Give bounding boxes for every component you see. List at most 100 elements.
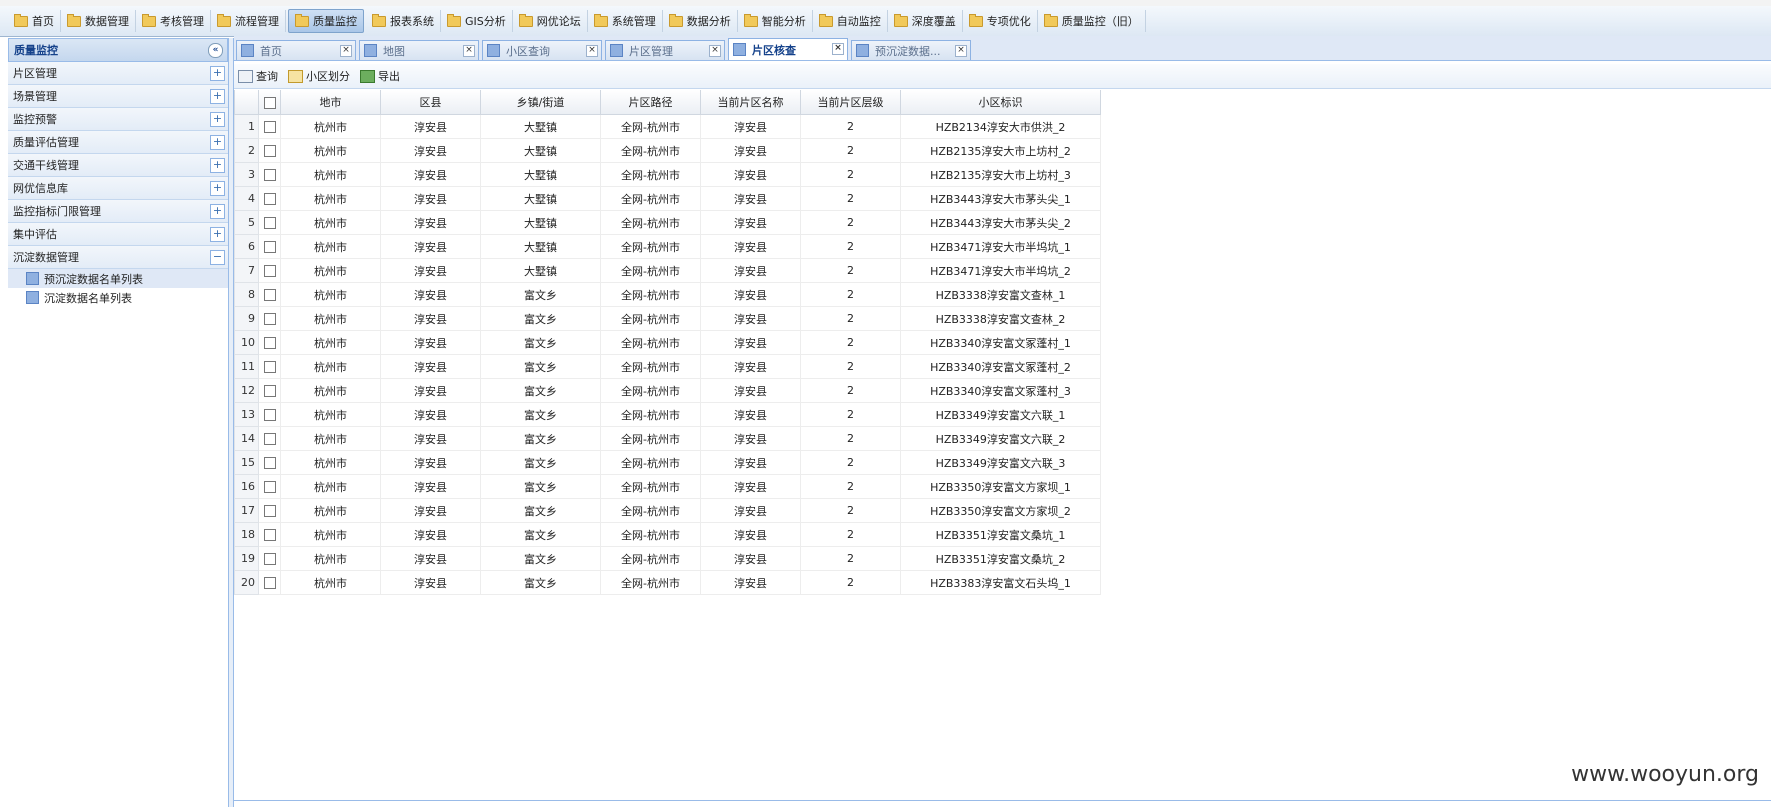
table-row[interactable]: 19 杭州市 淳安县 富文乡 全网-杭州市 淳安县 2 HZB3351淳安富文桑坑_2 [234, 546, 1101, 571]
nav-item[interactable]: 质量监控 [288, 9, 364, 33]
table-row[interactable]: 8 杭州市 淳安县 富文乡 全网-杭州市 淳安县 2 HZB3338淳安富文查林_1 [234, 282, 1101, 307]
nav-item[interactable]: 报表系统 [366, 10, 441, 32]
row-checkbox[interactable] [263, 217, 276, 229]
sidebar-section[interactable]: 网优信息库 + [8, 177, 228, 200]
row-checkbox[interactable] [263, 337, 276, 349]
table-row[interactable]: 9 杭州市 淳安县 富文乡 全网-杭州市 淳安县 2 HZB3338淳安富文查林_2 [234, 306, 1101, 331]
sidebar-section[interactable]: 交通干线管理 + [8, 154, 228, 177]
row-checkbox[interactable] [263, 289, 276, 301]
row-checkbox-cell[interactable] [258, 498, 281, 523]
table-row[interactable]: 17 杭州市 淳安县 富文乡 全网-杭州市 淳安县 2 HZB3350淳安富文方家坝_2 [234, 498, 1101, 523]
table-row[interactable]: 2 杭州市 淳安县 大墅镇 全网-杭州市 淳安县 2 HZB2135淳安大市上坊村_2 [234, 138, 1101, 163]
row-checkbox[interactable] [263, 313, 276, 325]
sidebar-sub-item[interactable]: 沉淀数据名单列表 [8, 288, 228, 307]
row-checkbox-cell[interactable] [258, 186, 281, 211]
row-checkbox[interactable] [263, 577, 276, 589]
collapse-sidebar-icon[interactable]: « [208, 42, 223, 58]
tab[interactable]: 片区核查 × [728, 38, 848, 60]
sidebar-section[interactable]: 场景管理 + [8, 85, 228, 108]
close-icon[interactable]: × [709, 45, 721, 57]
sidebar-section[interactable]: 监控预警 + [8, 108, 228, 131]
row-checkbox-cell[interactable] [258, 522, 281, 547]
expand-icon[interactable]: + [210, 180, 225, 196]
table-row[interactable]: 6 杭州市 淳安县 大墅镇 全网-杭州市 淳安县 2 HZB3471淳安大市半坞坑_1 [234, 234, 1101, 259]
select-all-checkbox[interactable] [263, 96, 276, 109]
nav-item[interactable]: 数据分析 [663, 10, 738, 32]
nav-item[interactable]: 考核管理 [136, 10, 211, 32]
nav-item[interactable]: 网优论坛 [513, 10, 588, 32]
row-checkbox-cell[interactable] [258, 546, 281, 571]
export-button[interactable]: 导出 [360, 68, 400, 84]
table-row[interactable]: 18 杭州市 淳安县 富文乡 全网-杭州市 淳安县 2 HZB3351淳安富文桑坑_1 [234, 522, 1101, 547]
row-checkbox[interactable] [263, 265, 276, 277]
row-checkbox-cell[interactable] [258, 258, 281, 283]
expand-icon[interactable]: + [210, 111, 225, 127]
table-row[interactable]: 14 杭州市 淳安县 富文乡 全网-杭州市 淳安县 2 HZB3349淳安富文六联_2 [234, 426, 1101, 451]
row-checkbox[interactable] [263, 529, 276, 541]
row-checkbox[interactable] [263, 361, 276, 373]
row-checkbox[interactable] [263, 505, 276, 517]
close-icon[interactable]: × [586, 45, 598, 57]
sidebar-section[interactable]: 集中评估 + [8, 223, 228, 246]
column-header[interactable]: 片区路径 [600, 90, 701, 115]
row-checkbox[interactable] [263, 121, 276, 133]
column-header[interactable]: 乡镇/街道 [480, 90, 601, 115]
expand-icon[interactable]: + [210, 134, 225, 150]
table-row[interactable]: 16 杭州市 淳安县 富文乡 全网-杭州市 淳安县 2 HZB3350淳安富文方家坝_1 [234, 474, 1101, 499]
column-header[interactable]: 小区标识 [900, 90, 1101, 115]
close-icon[interactable]: × [463, 45, 475, 57]
nav-item[interactable]: 数据管理 [61, 10, 136, 32]
table-row[interactable]: 1 杭州市 淳安县 大墅镇 全网-杭州市 淳安县 2 HZB2134淳安大市供洪_2 [234, 114, 1101, 139]
nav-item[interactable]: GIS分析 [441, 10, 513, 32]
row-checkbox[interactable] [263, 145, 276, 157]
sidebar-section[interactable]: 质量评估管理 + [8, 131, 228, 154]
nav-item[interactable]: 深度覆盖 [888, 10, 963, 32]
tab[interactable]: 小区查询 × [482, 40, 602, 60]
row-checkbox-cell[interactable] [258, 330, 281, 355]
select-all-cell[interactable] [258, 90, 281, 115]
sidebar-section[interactable]: 片区管理 + [8, 62, 228, 85]
nav-item[interactable]: 首页 [8, 10, 61, 32]
nav-item[interactable]: 质量监控（旧） [1038, 10, 1146, 32]
row-checkbox[interactable] [263, 385, 276, 397]
tab[interactable]: 地图 × [359, 40, 479, 60]
expand-icon[interactable]: + [210, 203, 225, 219]
row-checkbox-cell[interactable] [258, 234, 281, 259]
row-checkbox[interactable] [263, 553, 276, 565]
expand-icon[interactable]: + [210, 88, 225, 104]
row-checkbox-cell[interactable] [258, 210, 281, 235]
close-icon[interactable]: × [832, 43, 844, 55]
nav-item[interactable]: 智能分析 [738, 10, 813, 32]
row-checkbox[interactable] [263, 433, 276, 445]
query-button[interactable]: 查询 [238, 68, 278, 84]
tab[interactable]: 预沉淀数据... × [851, 40, 971, 60]
table-row[interactable]: 15 杭州市 淳安县 富文乡 全网-杭州市 淳安县 2 HZB3349淳安富文六联_3 [234, 450, 1101, 475]
nav-item[interactable]: 专项优化 [963, 10, 1038, 32]
sidebar-sub-item[interactable]: 预沉淀数据名单列表 [8, 269, 228, 288]
nav-item[interactable]: 系统管理 [588, 10, 663, 32]
tab[interactable]: 首页 × [236, 40, 356, 60]
row-checkbox[interactable] [263, 409, 276, 421]
expand-icon[interactable]: + [210, 65, 225, 81]
table-row[interactable]: 4 杭州市 淳安县 大墅镇 全网-杭州市 淳安县 2 HZB3443淳安大市茅头尖_1 [234, 186, 1101, 211]
row-checkbox-cell[interactable] [258, 306, 281, 331]
column-header[interactable]: 地市 [280, 90, 381, 115]
row-checkbox-cell[interactable] [258, 138, 281, 163]
row-checkbox[interactable] [263, 457, 276, 469]
column-header[interactable]: 当前片区层级 [800, 90, 901, 115]
collapse-icon[interactable]: − [210, 249, 225, 265]
row-checkbox-cell[interactable] [258, 114, 281, 139]
table-row[interactable]: 11 杭州市 淳安县 富文乡 全网-杭州市 淳安县 2 HZB3340淳安富文冢蓬村_2 [234, 354, 1101, 379]
table-row[interactable]: 12 杭州市 淳安县 富文乡 全网-杭州市 淳安县 2 HZB3340淳安富文冢蓬村_3 [234, 378, 1101, 403]
row-checkbox-cell[interactable] [258, 570, 281, 595]
table-row[interactable]: 7 杭州市 淳安县 大墅镇 全网-杭州市 淳安县 2 HZB3471淳安大市半坞坑_2 [234, 258, 1101, 283]
row-checkbox[interactable] [263, 481, 276, 493]
table-row[interactable]: 3 杭州市 淳安县 大墅镇 全网-杭州市 淳安县 2 HZB2135淳安大市上坊村_3 [234, 162, 1101, 187]
sidebar-section[interactable]: 监控指标门限管理 + [8, 200, 228, 223]
row-checkbox[interactable] [263, 169, 276, 181]
row-checkbox[interactable] [263, 193, 276, 205]
row-checkbox-cell[interactable] [258, 354, 281, 379]
row-checkbox-cell[interactable] [258, 282, 281, 307]
row-checkbox-cell[interactable] [258, 402, 281, 427]
table-row[interactable]: 20 杭州市 淳安县 富文乡 全网-杭州市 淳安县 2 HZB3383淳安富文石头坞_1 [234, 570, 1101, 595]
